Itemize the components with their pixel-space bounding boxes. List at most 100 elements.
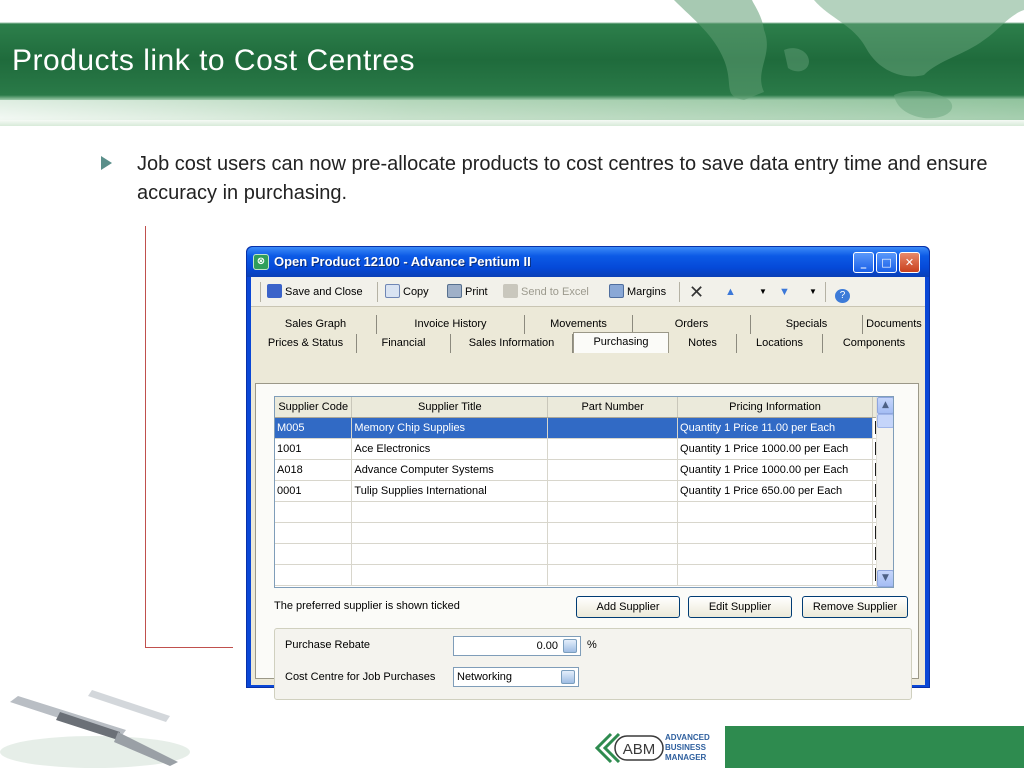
delete-button[interactable]: ✕ xyxy=(689,283,704,301)
margins-button[interactable]: Margins xyxy=(609,283,666,301)
col-header-pricing-information[interactable]: Pricing Information xyxy=(677,397,873,418)
cell-supplier-title: Advance Computer Systems xyxy=(351,459,549,481)
table-row-empty[interactable] xyxy=(275,564,893,586)
tab-sales-information[interactable]: Sales Information xyxy=(451,334,573,353)
product-window: ⊗ Open Product 12100 - Advance Pentium I… xyxy=(246,246,930,700)
copy-button[interactable]: Copy xyxy=(385,283,429,301)
dropdown-arrow-icon: ▼ xyxy=(759,287,767,296)
col-header-part-number[interactable]: Part Number xyxy=(547,397,679,418)
toolbar-separator xyxy=(825,282,826,302)
col-header-supplier-title[interactable]: Supplier Title xyxy=(351,397,549,418)
table-row-empty[interactable] xyxy=(275,543,893,565)
bullet-text: Job cost users can now pre-allocate prod… xyxy=(137,153,988,204)
cost-centre-input[interactable]: Networking xyxy=(453,667,579,687)
table-row-empty[interactable] xyxy=(275,501,893,523)
close-button[interactable]: ✕ xyxy=(899,252,920,273)
scroll-up-button[interactable]: ▲ xyxy=(877,397,893,414)
printer-icon xyxy=(447,284,462,298)
print-button[interactable]: Print xyxy=(447,283,488,301)
toolbar-separator xyxy=(679,282,680,302)
minimize-button[interactable]: _ xyxy=(853,252,874,273)
edit-supplier-button[interactable]: Edit Supplier xyxy=(688,596,792,618)
tab-row-2: Prices & Status Financial Sales Informat… xyxy=(251,332,925,353)
copy-icon xyxy=(385,284,400,298)
connector-line-vertical xyxy=(145,226,146,648)
toolbar: Save and Close Copy Print Send to Excel … xyxy=(251,277,925,307)
window-title: Open Product 12100 - Advance Pentium II xyxy=(274,254,531,269)
purchase-rebate-input[interactable]: 0.00 xyxy=(453,636,581,656)
tab-notes[interactable]: Notes xyxy=(669,334,737,353)
fountain-pen-graphic xyxy=(0,690,190,768)
tab-documents[interactable]: Documents xyxy=(863,315,925,334)
connector-line-horizontal xyxy=(145,647,233,648)
save-close-button[interactable]: Save and Close xyxy=(267,283,363,301)
cell-supplier-code: 0001 xyxy=(275,480,353,502)
slide-title: Products link to Cost Centres xyxy=(12,44,415,77)
cell-supplier-code: 1001 xyxy=(275,438,353,460)
supplier-grid: Supplier Code Supplier Title Part Number… xyxy=(274,396,894,588)
abm-line-3: MANAGER xyxy=(665,753,707,762)
table-row[interactable]: 0001 Tulip Supplies International Quanti… xyxy=(275,480,893,502)
excel-icon xyxy=(503,284,518,298)
table-row[interactable]: A018 Advance Computer Systems Quantity 1… xyxy=(275,459,893,481)
move-down-dropdown[interactable]: ▼ xyxy=(809,283,817,301)
move-down-button[interactable]: ▼ xyxy=(779,283,790,301)
grid-scrollbar[interactable]: ▲ ▼ xyxy=(876,397,893,587)
chevron-down-icon: ▼ xyxy=(882,573,889,583)
maximize-button[interactable]: □ xyxy=(876,252,897,273)
lookup-icon[interactable] xyxy=(561,670,575,684)
move-up-dropdown[interactable]: ▼ xyxy=(759,283,767,301)
remove-supplier-button[interactable]: Remove Supplier xyxy=(802,596,908,618)
tab-components[interactable]: Components xyxy=(823,334,925,353)
window-client: Save and Close Copy Print Send to Excel … xyxy=(251,277,925,700)
add-supplier-button[interactable]: Add Supplier xyxy=(576,596,680,618)
close-icon: ✕ xyxy=(904,256,915,269)
bullet-arrow-icon xyxy=(101,156,112,170)
tab-invoice-history[interactable]: Invoice History xyxy=(377,315,525,334)
tab-financial[interactable]: Financial xyxy=(357,334,451,353)
supplier-table: Supplier Code Supplier Title Part Number… xyxy=(275,397,893,586)
table-row[interactable]: M005 Memory Chip Supplies Quantity 1 Pri… xyxy=(275,417,893,439)
cost-centre-label: Cost Centre for Job Purchases xyxy=(285,671,436,683)
rebate-unit-label: % xyxy=(587,639,597,651)
col-header-supplier-code[interactable]: Supplier Code xyxy=(275,397,353,418)
floppy-disk-icon xyxy=(267,284,282,298)
tab-locations[interactable]: Locations xyxy=(737,334,823,353)
cell-pricing-information: Quantity 1 Price 1000.00 per Each xyxy=(677,438,873,460)
cell-part-number xyxy=(547,459,679,481)
purchase-settings-group: Purchase Rebate 0.00 % Cost Centre for J… xyxy=(274,628,912,700)
scroll-down-button[interactable]: ▼ xyxy=(877,570,893,587)
arrow-down-icon: ▼ xyxy=(779,286,790,298)
tab-sales-graph[interactable]: Sales Graph xyxy=(255,315,377,334)
tab-purchasing[interactable]: Purchasing xyxy=(573,332,669,353)
slide-header: Products link to Cost Centres xyxy=(0,0,1024,126)
table-row[interactable]: 1001 Ace Electronics Quantity 1 Price 10… xyxy=(275,438,893,460)
abm-logo: ABM ADVANCED BUSINESS MANAGER xyxy=(594,726,1024,768)
cell-part-number xyxy=(547,438,679,460)
tab-prices-status[interactable]: Prices & Status xyxy=(255,334,357,353)
cell-pricing-information: Quantity 1 Price 650.00 per Each xyxy=(677,480,873,502)
cell-part-number xyxy=(547,417,679,439)
cell-supplier-code: M005 xyxy=(275,417,353,439)
purchase-rebate-label: Purchase Rebate xyxy=(285,639,370,651)
help-icon: ? xyxy=(835,289,850,303)
window-titlebar[interactable]: ⊗ Open Product 12100 - Advance Pentium I… xyxy=(247,247,929,277)
cell-supplier-code: A018 xyxy=(275,459,353,481)
cell-supplier-title: Tulip Supplies International xyxy=(351,480,549,502)
cell-pricing-information: Quantity 1 Price 11.00 per Each xyxy=(677,417,873,439)
scroll-thumb[interactable] xyxy=(877,414,893,428)
cell-supplier-title: Memory Chip Supplies xyxy=(351,417,549,439)
move-up-button[interactable]: ▲ xyxy=(725,283,736,301)
cell-part-number xyxy=(547,480,679,502)
preferred-supplier-note: The preferred supplier is shown ticked xyxy=(274,600,460,612)
table-row-empty[interactable] xyxy=(275,522,893,544)
app-icon: ⊗ xyxy=(253,254,269,270)
help-button[interactable]: ? xyxy=(835,283,853,303)
toolbar-separator xyxy=(377,282,378,302)
arrow-up-icon: ▲ xyxy=(725,286,736,298)
tab-specials[interactable]: Specials xyxy=(751,315,863,334)
send-to-excel-button[interactable]: Send to Excel xyxy=(503,283,589,301)
abm-logo-text: ABM xyxy=(623,741,656,758)
calculator-icon[interactable] xyxy=(563,639,577,653)
toolbar-separator xyxy=(260,282,261,302)
